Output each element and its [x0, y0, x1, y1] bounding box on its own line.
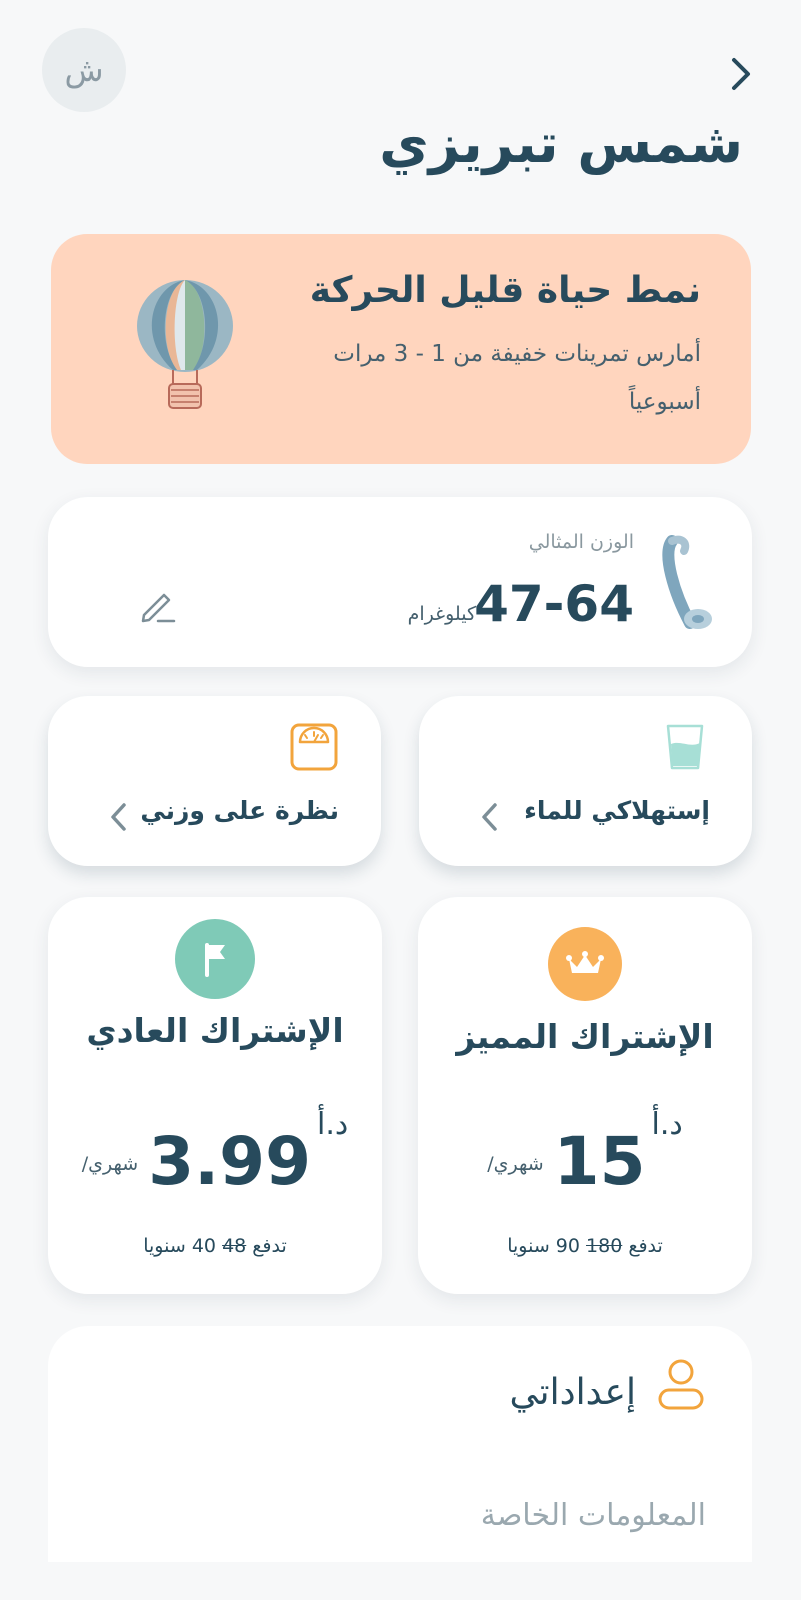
profile-screen: ش شمس تبريزي نمط حياة قليل الحركة أمارس … [0, 0, 801, 1600]
chevron-left-icon [482, 803, 497, 831]
weight-overview-label: نظرة على وزني [140, 796, 339, 825]
premium-yearly-price: تدفع 180 90 سنويا [418, 1235, 752, 1257]
settings-title: إعداداتي [509, 1372, 636, 1413]
scale-icon [290, 723, 338, 771]
water-intake-label: إستهلاكي للماء [524, 796, 710, 825]
user-icon [658, 1359, 704, 1410]
crown-icon [566, 951, 604, 973]
regular-yearly-old: 48 [222, 1235, 247, 1257]
pencil-icon [141, 593, 176, 623]
chevron-right-icon [732, 58, 750, 90]
premium-yearly-new: 90 سنويا [507, 1235, 580, 1257]
page-title: شمس تبريزي [379, 112, 743, 175]
settings-section: إعداداتي المعلومات الخاصة [48, 1326, 752, 1600]
activity-level-description: أمارس تمرينات خفيفة من 1 - 3 مرات أسبوعي… [333, 341, 701, 415]
activity-level-title: نمط حياة قليل الحركة [309, 270, 701, 311]
hot-air-balloon-icon [137, 280, 233, 409]
bottom-strip [0, 1562, 801, 1600]
premium-amount: 15 [553, 1123, 646, 1200]
regular-currency: د.أ [317, 1107, 349, 1142]
regular-yearly-prefix: تدفع [252, 1235, 287, 1257]
avatar-initial: ش [64, 51, 104, 89]
regular-period: /شهري [81, 1153, 139, 1175]
settings-item-personal-info[interactable]: المعلومات الخاصة [481, 1498, 706, 1533]
premium-currency: د.أ [651, 1107, 683, 1142]
regular-badge [175, 919, 255, 999]
regular-amount: 3.99 [148, 1123, 312, 1200]
ideal-weight-value: 47-64 [474, 575, 634, 633]
premium-plan-name: الإشتراك المميز [456, 1017, 714, 1056]
ideal-weight-unit: كيلوغرام [407, 603, 476, 625]
regular-price: /شهري 3.99 د.أ [48, 1107, 382, 1200]
premium-badge [548, 927, 622, 1001]
premium-plan-card[interactable]: الإشتراك المميز /شهري 15 د.أ تدفع 180 90… [418, 897, 752, 1294]
measuring-tape-icon [662, 535, 712, 629]
regular-plan-card[interactable]: الإشتراك العادي /شهري 3.99 د.أ تدفع 48 4… [48, 897, 382, 1294]
premium-yearly-prefix: تدفع [628, 1235, 663, 1257]
regular-plan-name: الإشتراك العادي [86, 1011, 344, 1050]
premium-price: /شهري 15 د.أ [418, 1107, 752, 1200]
back-button[interactable] [723, 56, 759, 92]
regular-yearly-price: تدفع 48 40 سنويا [48, 1235, 382, 1257]
regular-yearly-new: 40 سنويا [143, 1235, 217, 1257]
flag-icon [205, 943, 225, 977]
chevron-left-icon [111, 803, 126, 831]
premium-period: /شهري [487, 1153, 544, 1175]
water-glass-icon [666, 724, 704, 770]
edit-weight-button[interactable] [138, 585, 178, 625]
water-intake-tile[interactable]: إستهلاكي للماء [419, 696, 752, 866]
ideal-weight-card: الوزن المثالي 47-64 كيلوغرام [48, 497, 752, 667]
avatar[interactable]: ش [42, 28, 126, 112]
premium-yearly-old: 180 [586, 1235, 623, 1257]
weight-overview-tile[interactable]: نظرة على وزني [48, 696, 381, 866]
activity-level-card[interactable]: نمط حياة قليل الحركة أمارس تمرينات خفيفة… [51, 234, 751, 464]
ideal-weight-label: الوزن المثالي [528, 531, 634, 553]
